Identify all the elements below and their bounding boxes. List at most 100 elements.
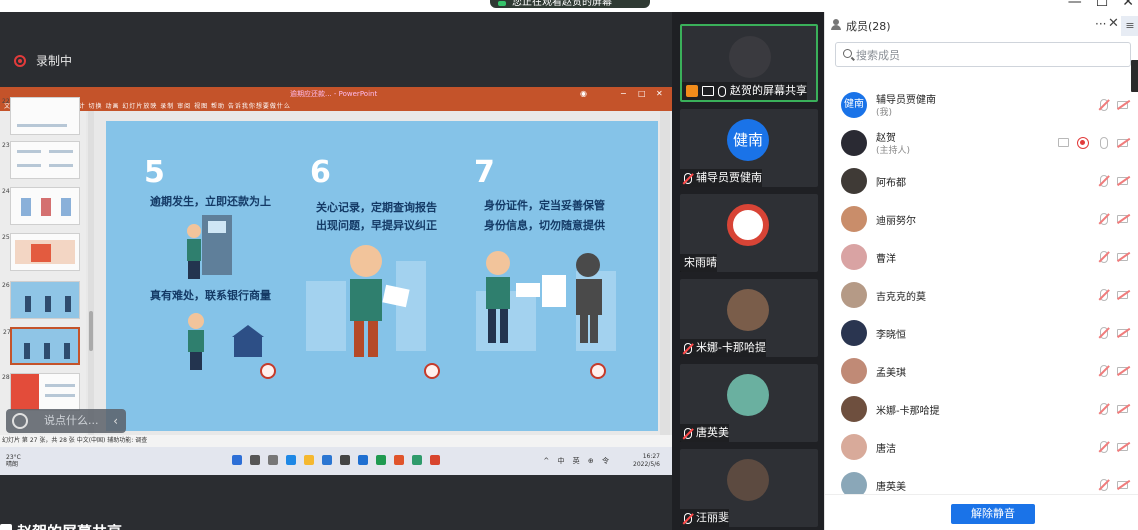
meeting-app-icon[interactable] [412, 455, 422, 465]
mic-off-icon[interactable] [1100, 479, 1108, 491]
video-tile[interactable]: 健南 辅导员贾健南 [680, 109, 818, 187]
slide-scrollbar[interactable] [660, 111, 670, 435]
folder-icon[interactable] [304, 455, 314, 465]
video-tile[interactable]: 米娜-卡那哈提 [680, 279, 818, 357]
taskbar-clock[interactable]: 16:27 2022/5/6 [633, 453, 660, 469]
more-options-button[interactable]: ··· [1095, 17, 1106, 31]
window-close-button[interactable]: ✕ [1122, 0, 1134, 10]
slide-text-5b: 真有难处，联系银行商量 [150, 289, 271, 302]
mic-off-icon[interactable] [1100, 441, 1108, 453]
camera-off-icon[interactable] [1117, 177, 1128, 185]
camera-off-icon[interactable] [1117, 405, 1128, 413]
participant-avatar [727, 289, 769, 331]
weather-widget[interactable]: 23°C 晴朗 [6, 454, 21, 468]
ppt-close-icon: ✕ [656, 89, 663, 98]
video-tile[interactable]: 赵贺的屏幕共享 [680, 24, 818, 102]
member-list-scrollbar[interactable] [1131, 60, 1138, 92]
member-item[interactable]: 李晓恒 [825, 314, 1131, 352]
ppt-ribbon: 文件 开始 插入 绘图 设计 切换 动画 幻灯片放映 录制 审阅 视图 帮助 告… [0, 101, 672, 111]
member-name: 曹洋 [876, 254, 896, 265]
close-panel-button[interactable]: ✕ [1108, 16, 1119, 31]
collapse-chevron-icon[interactable]: ‹ [113, 409, 118, 433]
app-icon[interactable] [358, 455, 368, 465]
participant-name: 赵贺的屏幕共享 [730, 84, 807, 97]
maximize-button[interactable]: ☐ [1096, 0, 1109, 10]
camera-off-icon[interactable] [1117, 329, 1128, 337]
slide-thumbnail: 25 [2, 233, 80, 271]
video-tile[interactable]: 唐英美 [680, 364, 818, 442]
start-icon[interactable] [232, 455, 242, 465]
camera-off-icon[interactable] [1117, 291, 1128, 299]
camera-off-icon[interactable] [1117, 101, 1128, 109]
ppt-status-bar: 幻灯片 第 27 张，共 28 张 中文(中国) 辅助功能: 调查 [0, 435, 672, 447]
member-item[interactable]: 健南 辅导员贾健南 (我) [825, 86, 1131, 124]
other-app-icon[interactable] [430, 455, 440, 465]
mail-icon[interactable] [340, 455, 350, 465]
camera-off-icon[interactable] [1117, 481, 1128, 489]
screen-share-status-pill[interactable]: 您正在观看赵贺的屏幕 [490, 0, 650, 8]
mic-off-icon[interactable] [1100, 289, 1108, 301]
participant-name: 米娜-卡那哈提 [696, 341, 766, 354]
camera-off-icon[interactable] [1117, 139, 1128, 147]
member-item[interactable]: 阿布都 [825, 162, 1131, 200]
weather-desc: 晴朗 [6, 461, 19, 468]
member-item[interactable]: 米娜-卡那哈提 [825, 390, 1131, 428]
slide-thumbnail-selected[interactable]: 27 [3, 327, 80, 365]
video-tile[interactable]: 汪丽斐 [680, 449, 818, 527]
thumb-number: 28 [2, 374, 10, 381]
member-item[interactable]: 曹洋 [825, 238, 1131, 276]
member-item[interactable]: 迪丽努尔 [825, 200, 1131, 238]
slide-thumbnail-pane: 22 23 24 25 26 27 28 [0, 97, 86, 435]
member-search[interactable] [835, 42, 1131, 67]
camera-off-icon[interactable] [1117, 367, 1128, 375]
task-view-icon[interactable] [268, 455, 278, 465]
member-item[interactable]: 赵贺 (主持人) [825, 124, 1131, 162]
member-item[interactable]: 吉克克的莫 [825, 276, 1131, 314]
member-role: (主持人) [876, 146, 911, 156]
member-avatar [841, 168, 867, 194]
slide-thumbnail: 23 [2, 141, 80, 179]
wechat-icon[interactable] [376, 455, 386, 465]
mic-off-icon[interactable] [1100, 251, 1108, 263]
member-search-input[interactable] [856, 46, 1116, 64]
emoji-icon[interactable] [12, 413, 28, 429]
recording-indicator[interactable]: 录制中 [14, 52, 72, 69]
slide-number-7: 7 [474, 155, 495, 190]
member-avatar: 健南 [841, 92, 867, 118]
system-tray[interactable]: ^ 中 英 ⊕ 令 [543, 456, 612, 466]
mic-off-icon[interactable] [1100, 175, 1108, 187]
minimize-button[interactable]: — [1068, 0, 1082, 10]
thumb-number: 24 [2, 188, 10, 195]
camera-off-icon[interactable] [1117, 253, 1128, 261]
microphone-icon[interactable] [1100, 137, 1108, 149]
seal-icon [424, 363, 440, 379]
ppt-icon[interactable] [394, 455, 404, 465]
edge-icon[interactable] [286, 455, 296, 465]
search-icon [843, 49, 852, 58]
mic-off-icon[interactable] [1100, 327, 1108, 339]
ppt-title-bar: 逾期应还款... - PowerPoint ◉ − □ ✕ [0, 87, 672, 101]
atm-illustration [187, 215, 232, 279]
member-item[interactable]: 孟美琪 [825, 352, 1131, 390]
comment-input[interactable]: 说点什么... ‹ [6, 409, 126, 433]
member-avatar [841, 434, 867, 460]
panel-menu-button[interactable]: ≡ [1121, 16, 1138, 36]
mic-off-icon[interactable] [1100, 99, 1108, 111]
slide-number-5: 5 [144, 155, 165, 190]
member-item[interactable]: 唐洁 [825, 428, 1131, 466]
mic-off-icon [684, 172, 692, 184]
participant-avatar [727, 204, 769, 246]
camera-off-icon[interactable] [1117, 443, 1128, 451]
comment-placeholder: 说点什么... [44, 414, 99, 427]
mic-off-icon[interactable] [1100, 403, 1108, 415]
search-icon[interactable] [250, 455, 260, 465]
slide-text-6a: 关心记录，定期查询报告 [316, 201, 437, 214]
mic-off-icon[interactable] [1100, 365, 1108, 377]
camera-off-icon[interactable] [1117, 215, 1128, 223]
thumbnail-scrollbar[interactable] [88, 111, 94, 435]
member-item[interactable]: 唐英美 [825, 466, 1131, 494]
mic-off-icon[interactable] [1100, 213, 1108, 225]
unmute-all-button[interactable]: 解除静音 [951, 504, 1035, 524]
video-tile[interactable]: 宋雨晴 [680, 194, 818, 272]
store-icon[interactable] [322, 455, 332, 465]
